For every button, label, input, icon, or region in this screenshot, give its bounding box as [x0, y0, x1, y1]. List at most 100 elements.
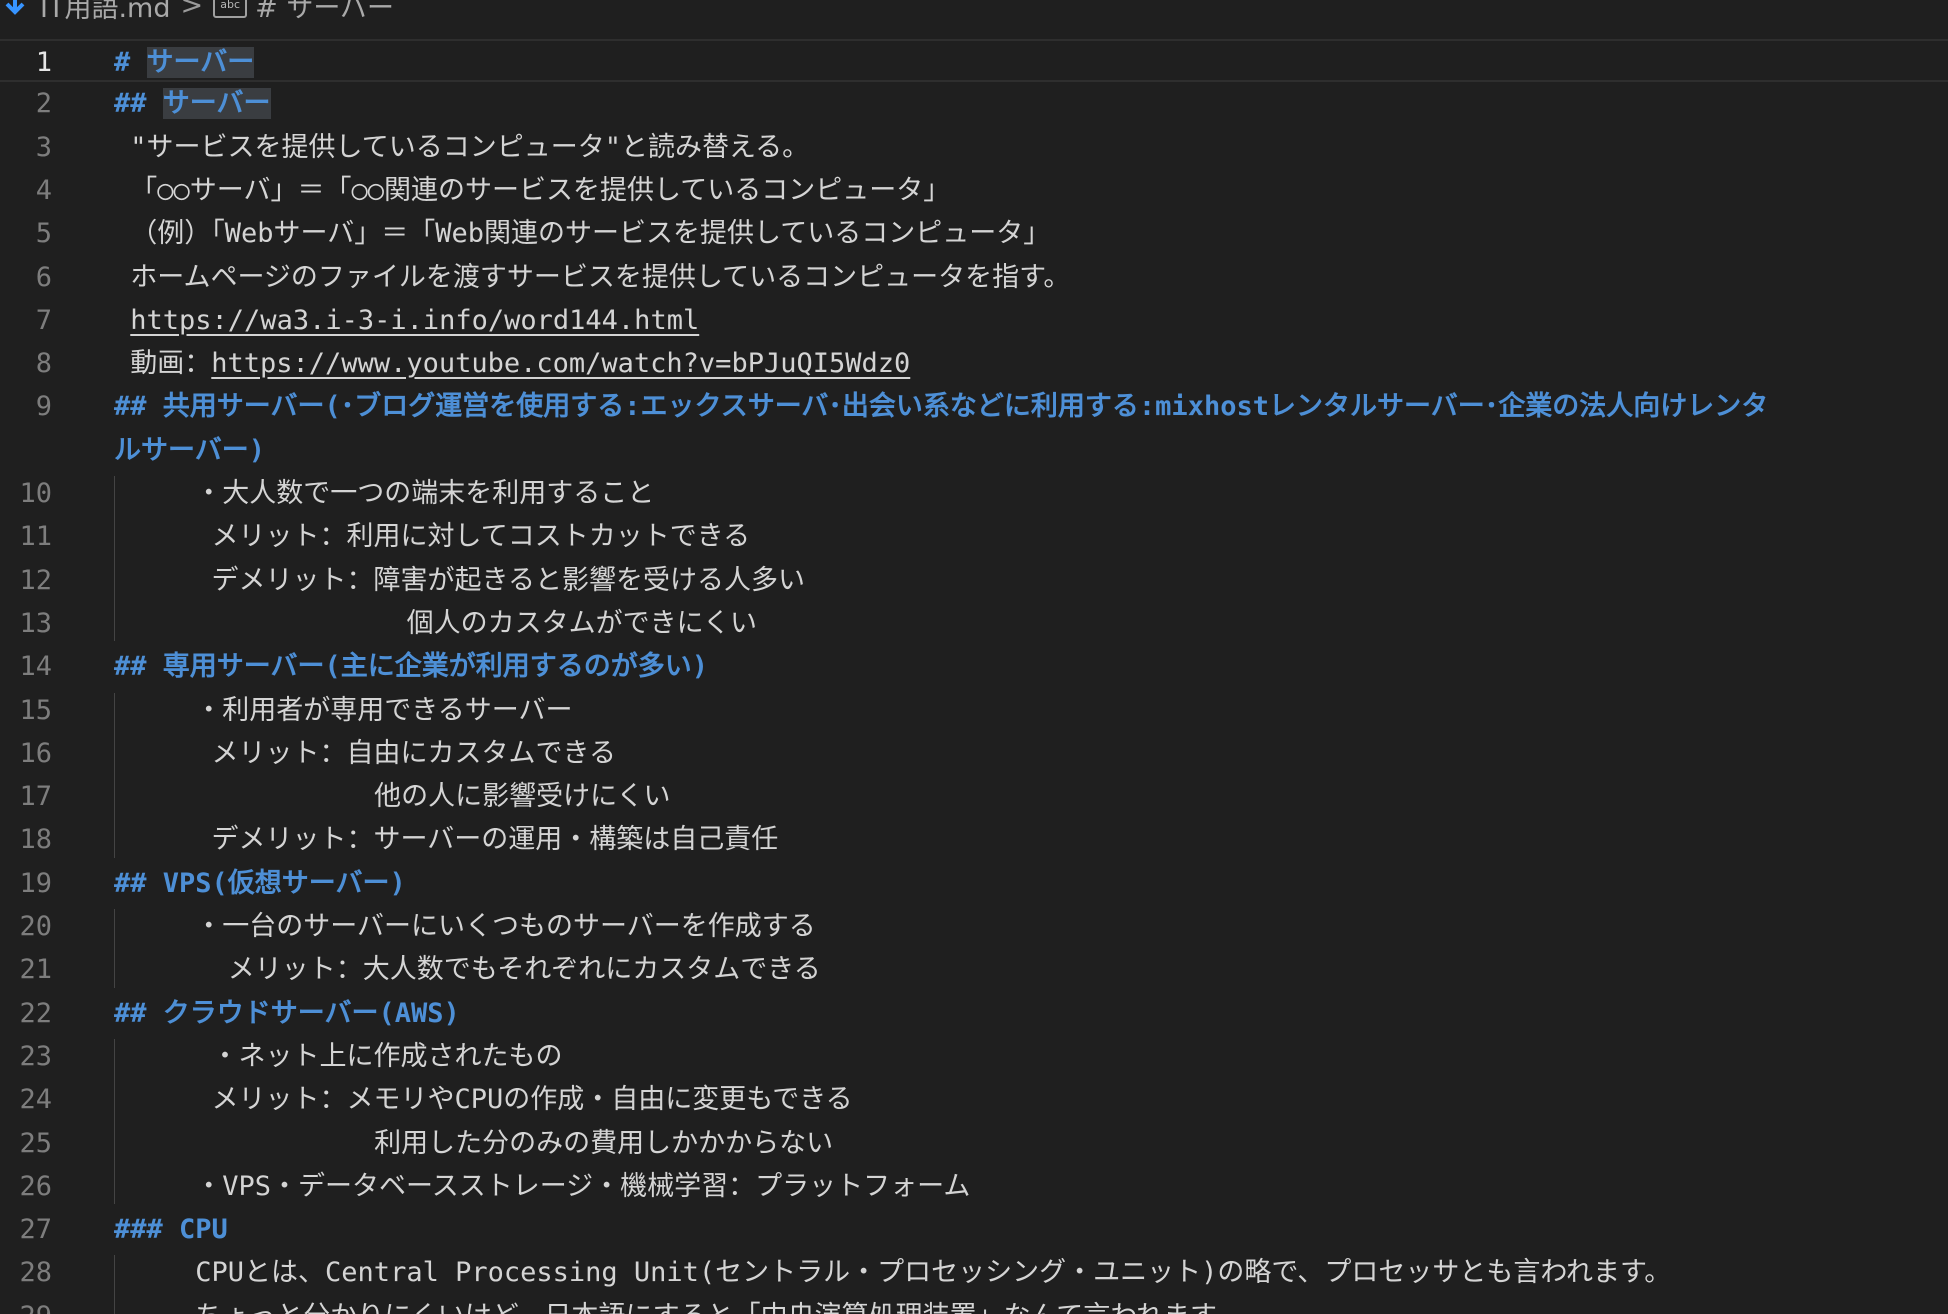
- line-number: 29: [0, 1295, 52, 1314]
- editor-line[interactable]: 16 メリット：自由にカスタムできる: [0, 732, 1948, 775]
- markdown-heading: ## サーバー: [114, 88, 271, 120]
- line-number: 8: [35, 348, 52, 380]
- editor-line[interactable]: 15 ・利用者が専用できるサーバー: [0, 689, 1948, 732]
- line-number: 11: [19, 521, 52, 553]
- line-number: 24: [19, 1084, 52, 1116]
- line-number: 28: [19, 1257, 52, 1289]
- line-text: 利用した分のみの費用しかかからない: [114, 1127, 834, 1159]
- chevron-right-icon: >: [180, 0, 204, 21]
- editor-line[interactable]: 29 ちょっと分かりにくいけど、日本語にすると「中央演算処理装置」なんて言われま…: [0, 1295, 1948, 1314]
- editor-line[interactable]: 17 他の人に影響受けにくい: [0, 775, 1948, 818]
- line-text: 動画：https://www.youtube.com/watch?v=bPJuQ…: [114, 342, 1948, 385]
- line-text: "サービスを提供しているコンピュータ"と読み替える。: [114, 131, 810, 163]
- line-number: 7: [35, 304, 52, 336]
- editor-line[interactable]: 2 ## サーバー: [0, 82, 1948, 125]
- line-text: デメリット：サーバーの運用・構築は自己責任: [114, 824, 779, 856]
- editor-line[interactable]: 5 （例）「Webサーバ」＝「Web関連のサービスを提供しているコンピュータ」: [0, 212, 1948, 255]
- editor-line[interactable]: ルサーバー): [0, 429, 1948, 472]
- editor-line[interactable]: 3 "サービスを提供しているコンピュータ"と読み替える。: [0, 126, 1948, 169]
- editor-line[interactable]: 26 ・VPS・データベースストレージ・機械学習：プラットフォーム: [0, 1165, 1948, 1208]
- editor-line[interactable]: 10 ・大人数で一つの端末を利用すること: [0, 472, 1948, 515]
- indent-guide: [114, 1038, 115, 1205]
- editor-line[interactable]: 13 個人のカスタムができにくい: [0, 602, 1948, 645]
- markdown-heading: # サーバー: [114, 47, 255, 78]
- line-number: 13: [19, 607, 52, 639]
- line-text: メリット：大人数でもそれぞれにカスタムできる: [114, 954, 821, 986]
- line-number: 18: [19, 824, 52, 856]
- line-number: 19: [19, 867, 52, 899]
- indent-guide: [114, 692, 115, 858]
- editor-line[interactable]: 23 ・ネット上に作成されたもの: [0, 1035, 1948, 1078]
- line-text: 個人のカスタムができにくい: [114, 607, 758, 639]
- line-number: 3: [35, 131, 52, 163]
- line-number: 14: [19, 651, 52, 683]
- line-text: ちょっと分かりにくいけど、日本語にすると「中央演算処理装置」なんて言われます。: [114, 1295, 1948, 1314]
- line-text: メリット：自由にカスタムできる: [114, 737, 616, 769]
- editor-line[interactable]: 7 https://wa3.i-3-i.info/word144.html: [0, 299, 1948, 342]
- line-number: 4: [35, 174, 52, 206]
- indent-guide: [114, 476, 115, 642]
- line-text: デメリット：障害が起きると影響を受ける人多い: [114, 564, 805, 596]
- line-number: 21: [19, 954, 52, 986]
- line-number: 16: [19, 737, 52, 769]
- link-label: 動画：: [114, 348, 212, 380]
- line-number: 15: [19, 694, 52, 726]
- editor-line[interactable]: 11 メリット：利用に対してコストカットできる: [0, 515, 1948, 558]
- line-number: 6: [35, 261, 52, 293]
- line-text: （例）「Webサーバ」＝「Web関連のサービスを提供しているコンピュータ」: [114, 218, 1051, 250]
- indent-guide: [114, 1255, 115, 1314]
- line-text: メリット：メモリやCPUの作成・自由に変更もできる: [114, 1084, 853, 1116]
- selection-highlight: サーバー: [146, 47, 255, 78]
- markdown-heading: ## VPS(仮想サーバー): [114, 867, 406, 899]
- line-text: ・VPS・データベースストレージ・機械学習：プラットフォーム: [114, 1170, 971, 1202]
- line-number: 9: [35, 391, 52, 423]
- editor-text-area[interactable]: 1 # サーバー 2 ## サーバー 3 "サービスを提供しているコンピュータ"と読み替…: [0, 39, 1948, 1314]
- editor-line[interactable]: 6 ホームページのファイルを渡すサービスを提供しているコンピュータを指す。: [0, 256, 1948, 299]
- line-text: ・ネット上に作成されたもの: [114, 1040, 563, 1072]
- line-number: 2: [35, 88, 52, 120]
- editor-line[interactable]: 12 デメリット：障害が起きると影響を受ける人多い: [0, 559, 1948, 602]
- breadcrumb-symbol[interactable]: # サーバー: [255, 0, 394, 25]
- editor-line[interactable]: 22 ## クラウドサーバー(AWS): [0, 992, 1948, 1035]
- line-number: 26: [19, 1170, 52, 1202]
- editor-line[interactable]: 25 利用した分のみの費用しかかからない: [0, 1122, 1948, 1165]
- editor-line[interactable]: 8 動画：https://www.youtube.com/watch?v=bPJ…: [0, 342, 1948, 385]
- markdown-heading: ルサーバー): [114, 434, 265, 466]
- line-text: ・一台のサーバーにいくつものサーバーを作成する: [114, 911, 816, 942]
- line-number: 20: [19, 911, 52, 942]
- editor-line[interactable]: 1 # サーバー: [0, 39, 1948, 83]
- line-number: 22: [19, 997, 52, 1029]
- string-symbol-icon: abc: [213, 0, 248, 18]
- editor-line[interactable]: 19 ## VPS(仮想サーバー): [0, 862, 1948, 905]
- selection-highlight: サーバー: [162, 88, 271, 120]
- url-link[interactable]: https://wa3.i-3-i.info/word144.html: [130, 305, 699, 336]
- markdown-heading: ## 共用サーバー(･ブログ運営を使用する:エックスサーバ･出会い系などに利用す…: [114, 391, 1769, 423]
- line-number: 12: [19, 564, 52, 596]
- editor-line[interactable]: 14 ## 専用サーバー(主に企業が利用するのが多い): [0, 645, 1948, 688]
- editor-line[interactable]: 20 ・一台のサーバーにいくつものサーバーを作成する: [0, 905, 1948, 948]
- editor-line[interactable]: 4 「○○サーバ」＝「○○関連のサービスを提供しているコンピュータ」: [0, 169, 1948, 212]
- line-number: 10: [19, 478, 52, 509]
- markdown-file-icon: [4, 0, 26, 18]
- line-text: ホームページのファイルを渡すサービスを提供しているコンピュータを指す。: [114, 261, 1071, 293]
- line-number: 5: [35, 218, 52, 250]
- url-link[interactable]: https://www.youtube.com/watch?v=bPJuQI5W…: [211, 348, 910, 379]
- editor-line[interactable]: 24 メリット：メモリやCPUの作成・自由に変更もできる: [0, 1078, 1948, 1121]
- markdown-heading: ## 専用サーバー(主に企業が利用するのが多い): [114, 651, 709, 683]
- line-text: 「○○サーバ」＝「○○関連のサービスを提供しているコンピュータ」: [114, 174, 951, 206]
- line-number: 17: [19, 781, 52, 813]
- line-text: ・利用者が専用できるサーバー: [114, 694, 573, 726]
- line-text: メリット：利用に対してコストカットできる: [114, 521, 751, 553]
- markdown-heading: ## クラウドサーバー(AWS): [114, 997, 460, 1029]
- line-number: 27: [19, 1214, 52, 1246]
- editor-line[interactable]: 18 デメリット：サーバーの運用・構築は自己責任: [0, 818, 1948, 861]
- editor-line[interactable]: 27 ### CPU: [0, 1208, 1948, 1251]
- editor-line[interactable]: 9 ## 共用サーバー(･ブログ運営を使用する:エックスサーバ･出会い系などに利用…: [0, 385, 1948, 428]
- breadcrumb-file[interactable]: IT用語.md: [40, 0, 170, 25]
- line-number: 25: [19, 1127, 52, 1159]
- editor-line[interactable]: 28 CPUとは、Central Processing Unit(セントラル・プ…: [0, 1251, 1948, 1294]
- breadcrumb: IT用語.md > abc # サーバー: [0, 0, 1948, 25]
- markdown-heading: ### CPU: [114, 1214, 228, 1246]
- line-text: CPUとは、Central Processing Unit(セントラル・プロセッ…: [114, 1257, 1672, 1289]
- editor-line[interactable]: 21 メリット：大人数でもそれぞれにカスタムできる: [0, 948, 1948, 991]
